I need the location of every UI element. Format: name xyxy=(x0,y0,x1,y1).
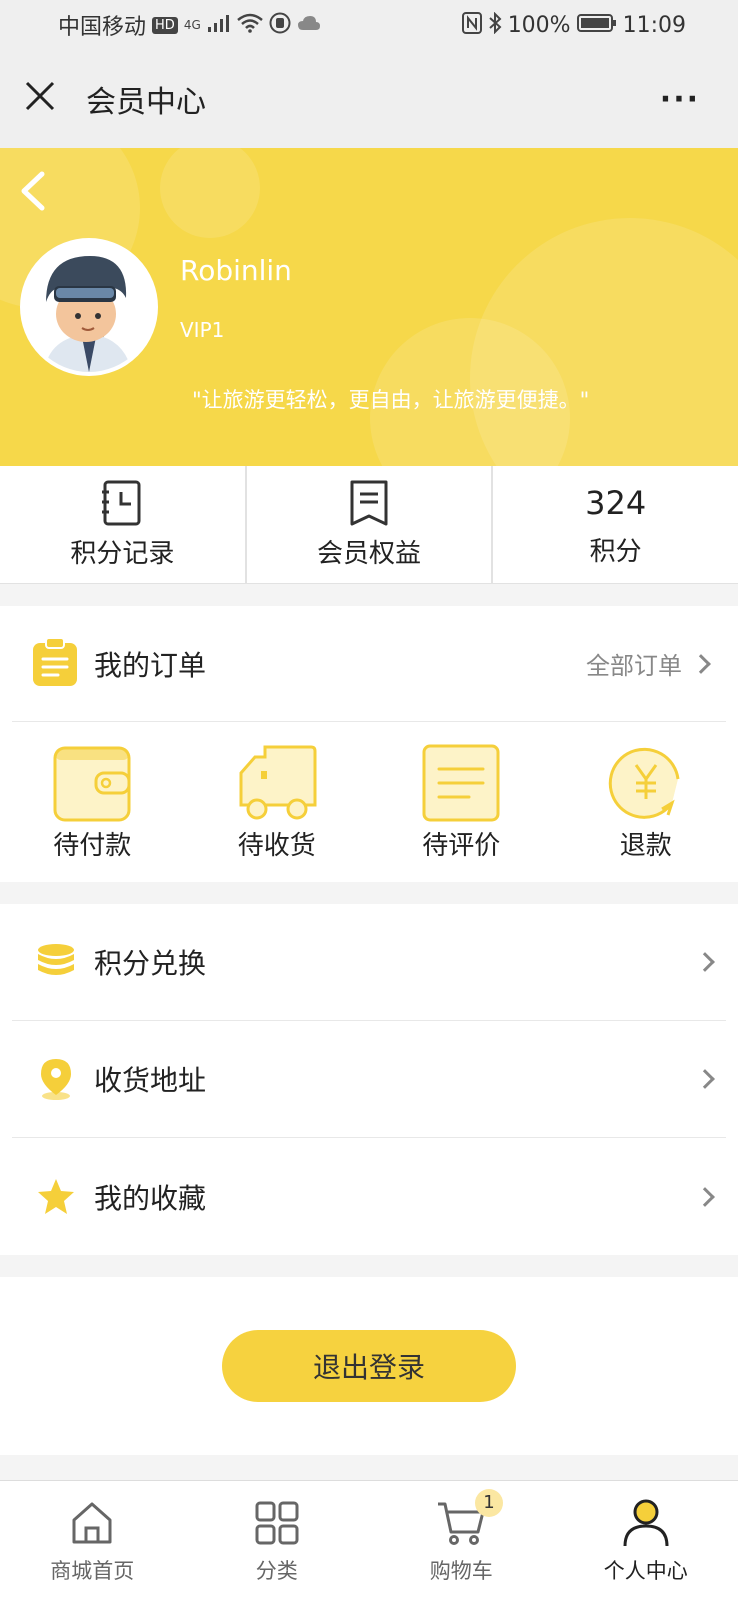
points-label: 积分 xyxy=(589,537,642,567)
more-options-icon[interactable]: ··· xyxy=(660,82,714,117)
orders-card: 我的订单 全部订单 待付款 待收货 待评价 退款 xyxy=(0,606,738,882)
logout-button[interactable]: 退出登录 xyxy=(222,1330,516,1402)
chevron-right-icon xyxy=(695,952,715,972)
points-balance-button[interactable]: 324 积分 xyxy=(493,466,738,583)
member-benefits-button[interactable]: 会员权益 xyxy=(247,466,494,583)
logout-section: 退出登录 xyxy=(0,1277,738,1455)
tab-label: 分类 xyxy=(255,1558,298,1583)
all-orders-link[interactable]: 全部订单 xyxy=(586,646,682,681)
hd-icon: HD xyxy=(152,16,178,34)
user-icon xyxy=(620,1497,672,1549)
tab-label: 商城首页 xyxy=(50,1558,135,1583)
order-status-label: 待评价 xyxy=(422,830,501,861)
page-title: 会员中心 xyxy=(86,85,206,120)
chevron-right-icon xyxy=(695,1186,715,1207)
order-status-label: 退款 xyxy=(619,830,672,861)
tab-label: 购物车 xyxy=(429,1558,493,1583)
top-nav-bar: 会员中心 ··· xyxy=(0,50,738,148)
my-favorites-row[interactable]: 我的收藏 xyxy=(12,1138,726,1255)
order-pending-receipt[interactable]: 待收货 xyxy=(185,743,370,862)
close-icon[interactable] xyxy=(24,79,64,119)
orders-header[interactable]: 我的订单 全部订单 xyxy=(12,606,726,722)
orders-title: 我的订单 xyxy=(94,648,207,682)
battery-percent: 100% xyxy=(507,12,571,38)
cloud-icon xyxy=(297,15,321,36)
refund-icon xyxy=(606,743,686,823)
status-bar: 中国移动 HD 4G 100% 11:09 xyxy=(0,0,738,50)
bluetooth-icon xyxy=(488,11,502,39)
order-status-row: 待付款 待收货 待评价 退款 xyxy=(0,722,738,882)
menu-card: 积分兑换 收货地址 我的收藏 xyxy=(0,904,738,1255)
order-status-label: 待付款 xyxy=(53,830,132,861)
star-icon xyxy=(34,1175,78,1219)
hand-icon xyxy=(269,12,291,39)
wallet-icon xyxy=(52,743,132,823)
tab-profile[interactable]: 个人中心 xyxy=(554,1481,738,1600)
chevron-right-icon xyxy=(691,653,711,674)
points-record-label: 积分记录 xyxy=(70,539,175,569)
location-pin-icon xyxy=(34,1057,78,1101)
home-icon xyxy=(66,1497,118,1549)
notebook-clock-icon xyxy=(101,479,143,527)
order-pending-payment[interactable]: 待付款 xyxy=(0,743,185,862)
status-left: 中国移动 HD 4G xyxy=(58,9,321,41)
points-value: 324 xyxy=(585,484,647,522)
menu-label: 收货地址 xyxy=(94,1064,207,1097)
vip-level: VIP1 xyxy=(180,318,225,342)
truck-icon xyxy=(237,743,317,823)
points-exchange-row[interactable]: 积分兑换 xyxy=(12,904,726,1021)
profile-header: Robinlin VIP1 "让旅游更轻松，更自由，让旅游更便捷。" xyxy=(0,148,738,466)
username: Robinlin xyxy=(180,254,292,287)
signal-icon xyxy=(207,13,231,38)
menu-label: 积分兑换 xyxy=(94,947,207,980)
decor-circle xyxy=(160,148,260,238)
carrier-label: 中国移动 xyxy=(58,15,147,40)
back-arrow-icon[interactable] xyxy=(16,166,56,216)
chevron-right-icon xyxy=(695,1069,715,1089)
network-label: 4G xyxy=(183,18,201,32)
clipboard-icon xyxy=(32,636,78,691)
shipping-address-row[interactable]: 收货地址 xyxy=(12,1021,726,1138)
tab-home[interactable]: 商城首页 xyxy=(0,1481,185,1600)
tab-label: 个人中心 xyxy=(603,1558,688,1583)
order-refund[interactable]: 退款 xyxy=(554,743,738,862)
bookmark-doc-icon xyxy=(348,479,390,527)
slogan: "让旅游更轻松，更自由，让旅游更便捷。" xyxy=(192,388,590,412)
avatar-illustration xyxy=(24,242,154,372)
avatar[interactable] xyxy=(20,238,158,376)
order-pending-review[interactable]: 待评价 xyxy=(369,743,554,862)
battery-icon xyxy=(576,13,617,38)
tab-category[interactable]: 分类 xyxy=(185,1481,370,1600)
coins-icon xyxy=(34,940,78,984)
tab-cart[interactable]: 1 购物车 xyxy=(369,1481,554,1600)
wifi-icon xyxy=(236,13,263,38)
clock: 11:09 xyxy=(622,12,686,38)
cart-count-badge: 1 xyxy=(475,1489,503,1517)
order-status-label: 待收货 xyxy=(237,830,316,861)
menu-label: 我的收藏 xyxy=(94,1181,207,1215)
stats-row: 积分记录 会员权益 324 积分 xyxy=(0,466,738,584)
review-icon xyxy=(421,743,501,823)
points-record-button[interactable]: 积分记录 xyxy=(0,466,247,583)
bottom-tab-bar: 商城首页 分类 1 购物车 个人中心 xyxy=(0,1480,738,1600)
status-right: 100% 11:09 xyxy=(461,11,686,39)
grid-icon xyxy=(251,1497,303,1549)
nfc-icon xyxy=(461,11,482,39)
member-benefits-label: 会员权益 xyxy=(317,539,422,569)
